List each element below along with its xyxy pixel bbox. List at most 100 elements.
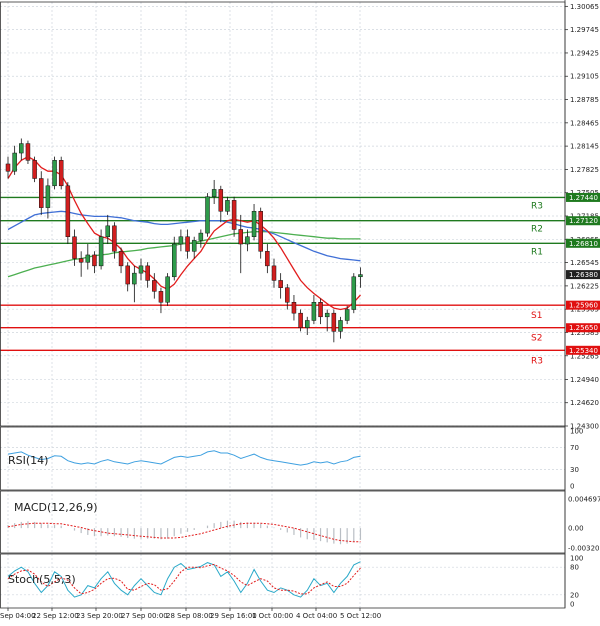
candle[interactable] bbox=[25, 140, 31, 164]
candle-body-bull bbox=[198, 232, 204, 241]
candle-body-bull bbox=[351, 276, 357, 310]
candle-body-bull bbox=[305, 320, 310, 328]
level-label: R2 bbox=[531, 225, 543, 235]
candle-body-bear bbox=[32, 160, 37, 179]
macd-tick-label: -0.003206 bbox=[568, 545, 600, 553]
rsi-tick-label: 100 bbox=[570, 428, 583, 436]
candle[interactable] bbox=[205, 193, 210, 237]
candle-body-bear bbox=[78, 258, 84, 263]
candle-body-bull bbox=[52, 160, 57, 187]
price-tick-label: 1.29745 bbox=[570, 26, 599, 34]
candle[interactable] bbox=[58, 156, 64, 190]
candle-body-bull bbox=[132, 272, 137, 285]
candle-body-bear bbox=[25, 143, 31, 161]
price-tick-label: 1.24620 bbox=[570, 399, 599, 407]
candle-body-bear bbox=[152, 280, 157, 292]
candle-body-bear bbox=[39, 178, 44, 208]
time-tick-label: 28 Sep 08:00 bbox=[166, 612, 213, 620]
candle-body-bear bbox=[331, 312, 337, 332]
candle-body-bear bbox=[231, 200, 237, 230]
candle-body-bull bbox=[12, 152, 17, 172]
price-tick-label: 1.29425 bbox=[570, 49, 599, 57]
stoch-label: Stoch(5,5,3) bbox=[8, 573, 76, 586]
candle[interactable] bbox=[65, 182, 71, 245]
candle-body-bull bbox=[45, 185, 51, 208]
time-tick-label: 22 Sep 12:00 bbox=[32, 612, 79, 620]
candle-body-bear bbox=[145, 265, 150, 281]
candle-body-bull bbox=[251, 211, 257, 237]
price-tick-label: 1.26225 bbox=[570, 282, 599, 290]
candle[interactable] bbox=[351, 273, 357, 314]
level-price-tag-text: 1.25650 bbox=[569, 324, 598, 332]
time-tick-label: 23 Sep 20:00 bbox=[76, 612, 123, 620]
candle-body-bear bbox=[92, 254, 97, 267]
candle-body-bull bbox=[324, 312, 330, 318]
current-price-tag-text: 1.26380 bbox=[569, 271, 598, 279]
candle-body-bear bbox=[125, 265, 130, 285]
candle-body-bull bbox=[211, 189, 217, 197]
macd-tick-label: 0.00 bbox=[568, 525, 584, 533]
price-tick-label: 1.30065 bbox=[570, 3, 599, 11]
time-tick-label: 1 Oct 00:00 bbox=[252, 612, 293, 620]
time-tick-label: 29 Sep 16:00 bbox=[210, 612, 257, 620]
candle-body-bear bbox=[298, 312, 303, 328]
candle[interactable] bbox=[32, 156, 37, 183]
candle-body-bear bbox=[112, 225, 117, 252]
candle-body-bull bbox=[358, 274, 363, 278]
candle[interactable] bbox=[258, 207, 263, 259]
candle-body-bull bbox=[85, 254, 91, 263]
candle-body-bear bbox=[218, 189, 224, 212]
price-tick-label: 1.27825 bbox=[570, 166, 599, 174]
candle-body-bull bbox=[105, 225, 110, 237]
candle-body-bear bbox=[185, 236, 190, 252]
candle-body-bear bbox=[158, 291, 164, 303]
price-tick-label: 1.28145 bbox=[570, 143, 599, 151]
macd-label: MACD(12,26,9) bbox=[14, 501, 98, 514]
candle-body-bear bbox=[291, 302, 297, 314]
time-tick-label: 4 Oct 04:00 bbox=[296, 612, 337, 620]
level-price-tag-text: 1.25960 bbox=[569, 302, 598, 310]
time-tick-label: 27 Sep 00:00 bbox=[121, 612, 168, 620]
stoch-tick-label: 20 bbox=[570, 591, 579, 599]
trading-chart[interactable]: R3 R2 R1 S1 S2 R3 RSI(14) MACD(12,26,9) Stoch… bbox=[0, 0, 600, 626]
time-tick-label: 5 Oct 12:00 bbox=[340, 612, 381, 620]
level-label: R3 bbox=[531, 356, 543, 366]
candle[interactable] bbox=[52, 156, 57, 190]
candle-body-bull bbox=[98, 236, 104, 267]
candle-body-bull bbox=[338, 320, 343, 332]
candle-body-bear bbox=[265, 251, 270, 267]
candle-body-bull bbox=[205, 196, 210, 234]
candle-body-bull bbox=[19, 143, 24, 154]
candle-body-bear bbox=[58, 160, 64, 187]
candle-body-bull bbox=[191, 240, 197, 252]
level-price-tag-text: 1.27120 bbox=[569, 217, 598, 225]
candle-body-bull bbox=[172, 243, 177, 278]
rsi-tick-label: 0 bbox=[570, 483, 574, 491]
candle[interactable] bbox=[165, 273, 170, 306]
stoch-tick-label: 0 bbox=[570, 601, 574, 609]
time-tick-label: Sep 04:00 bbox=[0, 612, 36, 620]
candle-body-bull bbox=[138, 265, 144, 274]
level-label: S2 bbox=[531, 334, 542, 344]
level-price-tag-text: 1.27440 bbox=[569, 194, 598, 202]
level-label: R1 bbox=[531, 247, 543, 257]
candle-body-bear bbox=[238, 229, 243, 245]
candle-body-bull bbox=[344, 309, 350, 321]
candle-body-bear bbox=[278, 280, 283, 288]
candle-body-bear bbox=[5, 163, 11, 172]
candle-body-bear bbox=[271, 265, 277, 281]
level-label: R3 bbox=[531, 201, 543, 211]
candle-body-bull bbox=[311, 302, 317, 321]
candle-body-bull bbox=[165, 276, 170, 303]
stoch-tick-label: 100 bbox=[570, 555, 583, 563]
candle-body-bull bbox=[178, 236, 184, 245]
candle-body-bear bbox=[285, 287, 290, 303]
macd-tick-label: 0.004697 bbox=[568, 496, 600, 504]
rsi-tick-label: 70 bbox=[570, 444, 579, 452]
level-price-tag-text: 1.25340 bbox=[569, 347, 598, 355]
price-tick-label: 1.29105 bbox=[570, 73, 599, 81]
price-tick-label: 1.28465 bbox=[570, 119, 599, 127]
candle-body-bear bbox=[258, 211, 263, 252]
price-tick-label: 1.28785 bbox=[570, 96, 599, 104]
candle-body-bear bbox=[65, 185, 71, 237]
